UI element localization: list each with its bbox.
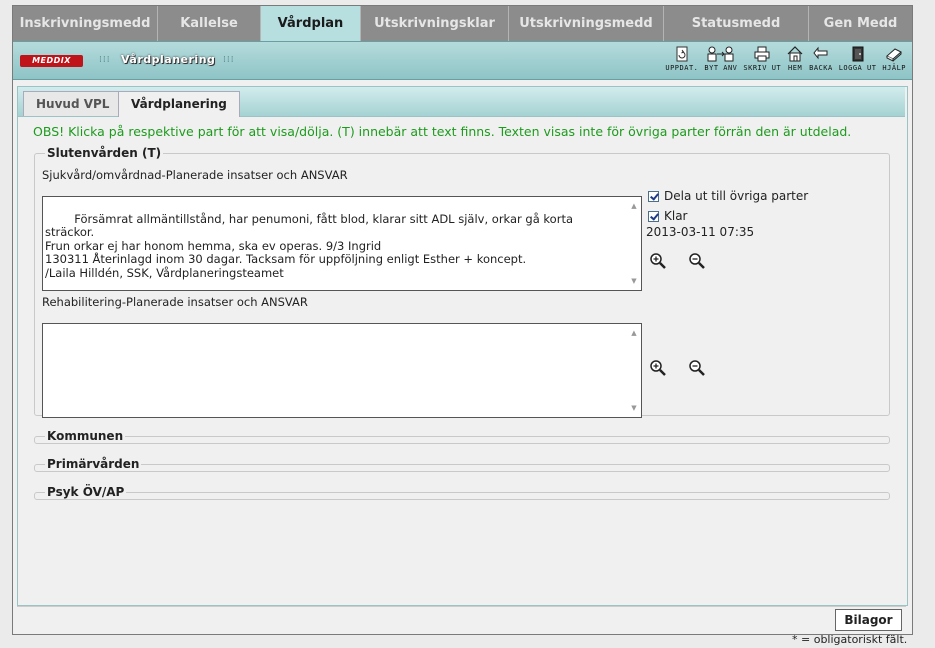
tab-vardplan[interactable]: Vårdplan: [261, 6, 361, 41]
home-label: HEM: [788, 64, 803, 72]
tab-statusmedd[interactable]: Statusmedd: [664, 6, 809, 41]
sjukvard-textarea[interactable]: Försämrat allmäntillstånd, har penumoni,…: [42, 196, 642, 291]
share-label: Dela ut till övriga parter: [664, 189, 809, 203]
zoom-in-icon[interactable]: [649, 252, 667, 270]
top-tab-bar: Inskrivningsmedd Kallelse Vårdplan Utskr…: [13, 6, 912, 41]
tab-huvud-vpl[interactable]: Huvud VPL: [23, 91, 123, 116]
textarea-scrollbar[interactable]: ▲ ▼: [629, 327, 639, 414]
timestamp: 2013-03-11 07:35: [646, 225, 755, 239]
scroll-down-icon[interactable]: ▼: [629, 404, 639, 412]
zoom-out-icon[interactable]: [688, 252, 706, 270]
printer-icon: [754, 46, 770, 62]
home-icon: [787, 46, 803, 62]
section-kommunen[interactable]: Kommunen: [34, 429, 890, 444]
back-button[interactable]: BACKA: [809, 46, 833, 72]
required-footnote: * = obligatoriskt fält.: [792, 633, 908, 646]
notice-text: OBS! Klicka på respektive part för att v…: [33, 124, 852, 139]
checkbox-checked-icon[interactable]: [648, 190, 659, 202]
help-button[interactable]: HJÄLP: [882, 46, 906, 72]
help-book-icon: [886, 48, 903, 62]
section-slutenvarden: Slutenvården (T) Sjukvård/omvårdnad-Plan…: [34, 146, 890, 418]
switch-user-button[interactable]: BYT ANV: [704, 46, 737, 72]
section-primarvarden[interactable]: Primärvården: [34, 457, 890, 472]
content-panel: Huvud VPL Vårdplanering OBS! Klicka på r…: [17, 86, 908, 606]
tab-utskrivningsklar[interactable]: Utskrivningsklar: [361, 6, 509, 41]
grip-dots-icon: ⁞⁞⁞: [223, 55, 235, 65]
switch-user-icon: [707, 46, 734, 62]
zoom-out-icon[interactable]: [688, 359, 706, 377]
zoom-in-icon[interactable]: [649, 359, 667, 377]
tab-gen-medd[interactable]: Gen Medd: [809, 6, 912, 41]
bottom-bar: Bilagor: [17, 606, 906, 631]
grip-dots-icon: ⁞⁞⁞: [99, 55, 111, 65]
help-label: HJÄLP: [882, 64, 906, 72]
switch-user-label: BYT ANV: [704, 64, 738, 72]
scroll-up-icon[interactable]: ▲: [629, 202, 639, 210]
print-label: SKRIV UT: [743, 64, 782, 72]
toolbar-actions: UPPDAT. BYT ANV SKRIV UT HEM BACKA LOGGA…: [659, 46, 906, 72]
app-frame: Inskrivningsmedd Kallelse Vårdplan Utskr…: [12, 5, 913, 635]
tab-utskrivningsmedd[interactable]: Utskrivningsmedd: [509, 6, 664, 41]
back-label: BACKA: [809, 64, 833, 72]
scroll-down-icon[interactable]: ▼: [629, 277, 639, 285]
meddix-logo: MEDDIX: [20, 55, 83, 67]
tab-kallelse[interactable]: Kallelse: [158, 6, 261, 41]
toolbar: MEDDIX ⁞⁞⁞ Vårdplanering ⁞⁞⁞ UPPDAT. BYT…: [13, 41, 912, 80]
print-button[interactable]: SKRIV UT: [743, 46, 781, 72]
logout-door-icon: [852, 46, 864, 62]
home-button[interactable]: HEM: [787, 46, 803, 72]
refresh-document-icon: [676, 46, 688, 62]
logout-button[interactable]: LOGGA UT: [839, 46, 877, 72]
done-label: Klar: [664, 209, 688, 223]
update-label: UPPDAT.: [665, 64, 699, 72]
page-title: Vårdplanering: [121, 53, 216, 66]
sjukvard-text: Försämrat allmäntillstånd, har penumoni,…: [45, 211, 574, 280]
rehab-label: Rehabilitering-Planerade insatser och AN…: [42, 295, 308, 309]
kommunen-legend[interactable]: Kommunen: [45, 429, 125, 443]
logout-label: LOGGA UT: [838, 64, 877, 72]
tab-vardplanering[interactable]: Vårdplanering: [118, 91, 240, 117]
psyk-legend[interactable]: Psyk ÖV/AP: [45, 485, 126, 499]
done-checkbox[interactable]: Klar: [648, 209, 688, 223]
rehab-textarea[interactable]: ▲ ▼: [42, 323, 642, 418]
tab-inskrivningsmedd[interactable]: Inskrivningsmedd: [13, 6, 158, 41]
primarvarden-legend[interactable]: Primärvården: [45, 457, 141, 471]
share-checkbox[interactable]: Dela ut till övriga parter: [648, 189, 808, 203]
scroll-up-icon[interactable]: ▲: [629, 329, 639, 337]
slutenvarden-legend[interactable]: Slutenvården (T): [45, 146, 163, 160]
update-button[interactable]: UPPDAT.: [665, 46, 698, 72]
bilagor-button[interactable]: Bilagor: [835, 609, 902, 631]
back-arrow-icon: [813, 46, 828, 60]
section-psyk[interactable]: Psyk ÖV/AP: [34, 485, 890, 500]
sjukvard-label: Sjukvård/omvårdnad-Planerade insatser oc…: [42, 168, 348, 182]
checkbox-checked-icon[interactable]: [648, 210, 659, 222]
sub-tab-bar: Huvud VPL Vårdplanering: [18, 87, 905, 117]
textarea-scrollbar[interactable]: ▲ ▼: [629, 200, 639, 287]
